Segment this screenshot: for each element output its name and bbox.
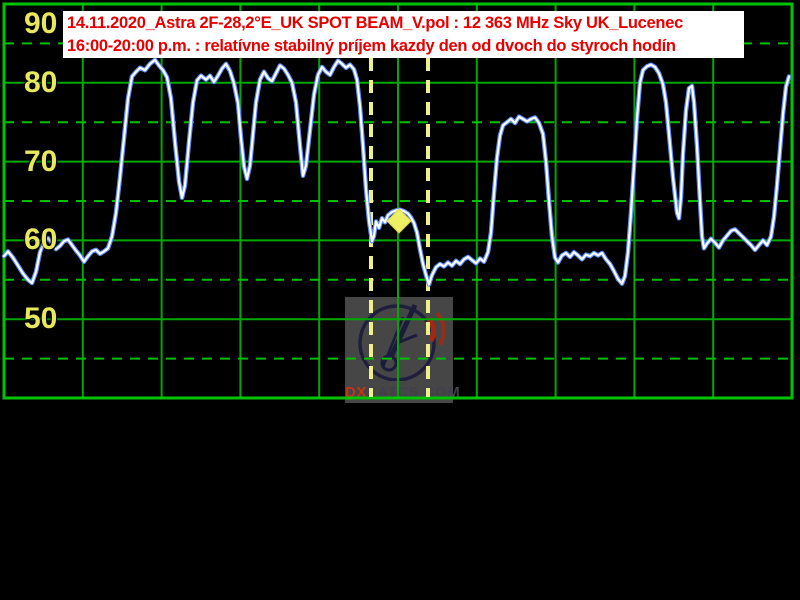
banner-line1: 14.11.2020_Astra 2F-28,2°E_UK SPOT BEAM_…	[67, 12, 744, 35]
readings-panel: Pwr 72.5 dBµV ! C/N 8.0 dB 12363.0 MHz. …	[0, 404, 800, 600]
y-axis-tick-label: 80	[24, 66, 57, 100]
banner-line2: 16:00-20:00 p.m. : relatívne stabilný pr…	[67, 35, 744, 58]
trace-glow	[4, 60, 789, 285]
y-axis-tick-label: 50	[24, 302, 57, 336]
spectrum-display: 9080706050 DXSATCS.COM 14.11.2020_Astra …	[0, 0, 800, 404]
sat-meter-screen: 9080706050 DXSATCS.COM 14.11.2020_Astra …	[0, 0, 800, 600]
y-axis-tick-label: 60	[24, 223, 57, 257]
info-banner: 14.11.2020_Astra 2F-28,2°E_UK SPOT BEAM_…	[63, 11, 744, 58]
y-axis-tick-label: 70	[24, 145, 57, 179]
spectrum-plot	[0, 0, 800, 404]
y-axis-tick-label: 90	[24, 7, 57, 41]
